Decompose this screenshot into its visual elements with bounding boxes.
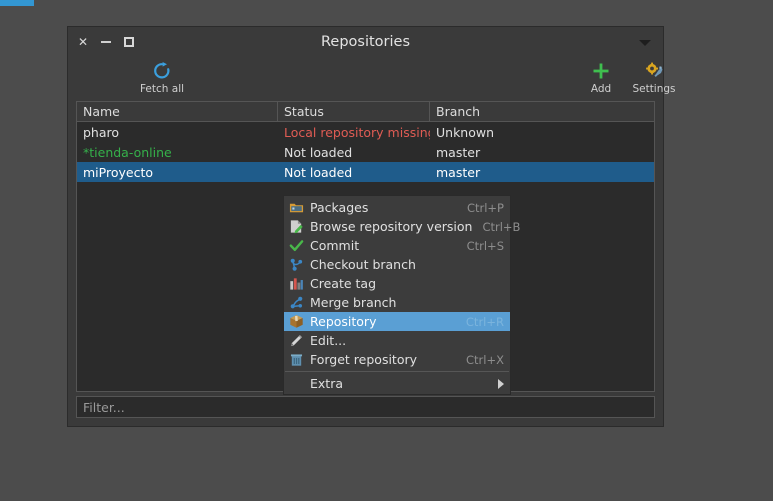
table-row[interactable]: *tienda-online Not loaded master — [77, 142, 654, 162]
cell-name: *tienda-online — [83, 144, 172, 160]
chevron-right-icon — [498, 378, 504, 389]
bar-chart-icon — [290, 278, 303, 290]
cell-name: pharo — [83, 124, 120, 140]
menu-item-shortcut: Ctrl+R — [465, 314, 504, 329]
gear-wrench-icon — [646, 62, 663, 77]
merge-icon — [290, 296, 303, 309]
background-window-sliver — [0, 0, 34, 6]
bar-chart-icon-slot — [289, 276, 304, 291]
add-label: Add — [590, 83, 612, 95]
folder-icon — [289, 203, 304, 213]
menu-item-label: Checkout branch — [310, 257, 416, 272]
cell-branch: master — [436, 144, 481, 160]
menu-item-create-tag[interactable]: Create tag — [284, 274, 510, 293]
fetch-all-button[interactable]: Fetch all — [134, 61, 190, 95]
settings-label: Settings — [632, 83, 676, 95]
column-header-status[interactable]: Status — [278, 102, 430, 121]
checkmark-icon — [289, 240, 304, 252]
menu-item-label: Packages — [310, 200, 369, 215]
menu-item-label: Browse repository version — [310, 219, 473, 234]
menu-item-label: Commit — [310, 238, 360, 253]
box-icon-slot — [289, 314, 304, 329]
toolbar: Fetch all Add Settings — [68, 59, 676, 101]
menu-item-edit[interactable]: Edit... — [284, 331, 510, 350]
menu-item-browse-repository-version[interactable]: Browse repository version Ctrl+B — [284, 217, 520, 236]
menu-item-forget-repository[interactable]: Forget repository Ctrl+X — [284, 350, 510, 369]
cell-status: Not loaded — [284, 144, 353, 160]
merge-icon-slot — [289, 295, 304, 310]
menu-item-label: Repository — [310, 314, 377, 329]
settings-button[interactable]: Settings — [626, 61, 682, 95]
column-header-branch[interactable]: Branch — [430, 102, 654, 121]
menu-item-shortcut: Ctrl+B — [482, 219, 521, 234]
folder-icon-slot — [289, 200, 304, 215]
window-title: Repositories — [320, 34, 411, 50]
menu-item-label: Edit... — [310, 333, 347, 348]
menu-item-repository[interactable]: Repository Ctrl+R — [284, 312, 510, 331]
cell-status: Local repository missing — [284, 124, 430, 140]
box-icon — [290, 315, 303, 328]
chevron-down-icon[interactable] — [639, 40, 651, 46]
menu-item-extra[interactable]: Extra — [284, 374, 510, 393]
cell-name: miProyecto — [83, 164, 153, 180]
filter-input[interactable] — [76, 396, 655, 418]
document-edit-icon-slot — [289, 219, 304, 234]
menu-item-shortcut: Ctrl+P — [466, 200, 504, 215]
filter-container — [76, 396, 655, 418]
window-title-bar: ✕ Repositories — [68, 27, 663, 59]
menu-item-merge-branch[interactable]: Merge branch — [284, 293, 510, 312]
menu-item-packages[interactable]: Packages Ctrl+P — [284, 198, 510, 217]
desktop-background: ✕ Repositories Fetch all Add Settings Na… — [0, 0, 773, 501]
menu-item-shortcut: Ctrl+S — [466, 238, 504, 253]
fetch-all-label: Fetch all — [139, 83, 185, 95]
trash-icon — [290, 354, 303, 366]
trash-icon-slot — [289, 352, 304, 367]
branch-icon — [290, 258, 303, 271]
repositories-window: ✕ Repositories Fetch all Add Settings Na… — [67, 26, 676, 427]
add-button[interactable]: Add — [573, 61, 629, 95]
menu-item-label: Merge branch — [310, 295, 397, 310]
menu-item-label: Create tag — [310, 276, 377, 291]
table-header-row: Name Status Branch — [77, 102, 654, 122]
branch-icon-slot — [289, 257, 304, 272]
column-header-name[interactable]: Name — [77, 102, 278, 121]
document-edit-icon — [290, 220, 303, 234]
cell-branch: master — [436, 164, 481, 180]
menu-separator — [285, 371, 509, 372]
checkmark-icon-slot — [289, 238, 304, 253]
menu-item-shortcut: Ctrl+X — [466, 352, 504, 367]
plus-icon — [593, 63, 609, 79]
context-menu: Packages Ctrl+P Browse repository version C… — [283, 195, 520, 395]
refresh-icon — [154, 62, 170, 79]
cell-branch: Unknown — [436, 124, 495, 140]
menu-item-commit[interactable]: Commit Ctrl+S — [284, 236, 510, 255]
menu-item-label: Forget repository — [310, 352, 418, 367]
pencil-icon-slot — [289, 333, 304, 348]
menu-item-checkout-branch[interactable]: Checkout branch — [284, 255, 510, 274]
menu-item-label: Extra — [310, 376, 343, 391]
table-row[interactable]: pharo Local repository missing Unknown — [77, 122, 654, 142]
menu-icon-placeholder — [289, 376, 304, 391]
pencil-icon — [290, 335, 302, 347]
table-row[interactable]: miProyecto Not loaded master — [77, 162, 654, 182]
cell-status: Not loaded — [284, 164, 353, 180]
